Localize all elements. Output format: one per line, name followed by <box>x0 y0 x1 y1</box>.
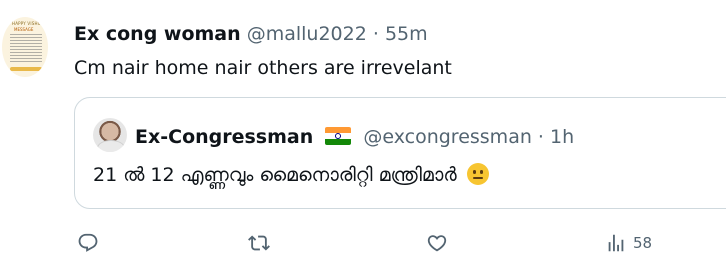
views-chart-icon <box>608 234 624 252</box>
author-name[interactable]: Ex cong woman <box>74 23 241 45</box>
quoted-tweet-timestamp[interactable]: 1h <box>550 126 574 148</box>
avatar-poster-base <box>10 67 42 71</box>
india-flag-icon <box>325 127 352 145</box>
repost-button[interactable] <box>248 228 270 258</box>
heart-icon <box>427 235 447 252</box>
repost-icon <box>248 235 270 251</box>
tweet[interactable]: HAPPY VISHU MESSAGE Ex cong woman @mallu… <box>0 0 726 268</box>
neutral-face-emoji-icon <box>466 163 489 185</box>
tweet-header: Ex cong woman @mallu2022 · 55m <box>74 22 428 46</box>
like-button[interactable] <box>426 228 448 258</box>
views-count: 58 <box>633 234 653 252</box>
avatar-poster-sub: MESSAGE <box>14 27 34 32</box>
reply-icon <box>78 233 98 252</box>
tweet-action-bar: 58 <box>0 228 726 258</box>
quoted-author-handle[interactable]: @excongressman <box>363 126 532 148</box>
author-handle[interactable]: @mallu2022 <box>247 23 367 45</box>
quoted-author-name[interactable]: Ex-Congressman <box>135 126 313 148</box>
quoted-separator-dot: · <box>537 126 544 148</box>
quoted-tweet-text: 21 ൽ 12 എണ്ണവും മൈനൊരിറ്റി മന്ത്രിമാർ <box>93 164 457 186</box>
avatar-poster-title: HAPPY VISHU <box>12 21 41 26</box>
quoted-tweet[interactable]: Ex-Congressman @excongressman · 1h 21 ൽ … <box>74 97 726 209</box>
quoted-author-avatar[interactable] <box>93 118 127 152</box>
quoted-tweet-header: Ex-Congressman @excongressman · 1h <box>135 125 574 149</box>
quoted-tweet-text-line: 21 ൽ 12 എണ്ണവും മൈനൊരിറ്റി മന്ത്രിമാർ <box>93 162 489 188</box>
views-button[interactable]: 58 <box>605 228 652 258</box>
separator-dot: · <box>372 23 379 45</box>
avatar-poster-lines <box>10 34 42 64</box>
tweet-text: Cm nair home nair others are irrevelant <box>74 57 452 79</box>
tweet-timestamp[interactable]: 55m <box>385 23 428 45</box>
author-avatar[interactable]: HAPPY VISHU MESSAGE <box>2 17 48 77</box>
reply-button[interactable] <box>77 228 99 258</box>
